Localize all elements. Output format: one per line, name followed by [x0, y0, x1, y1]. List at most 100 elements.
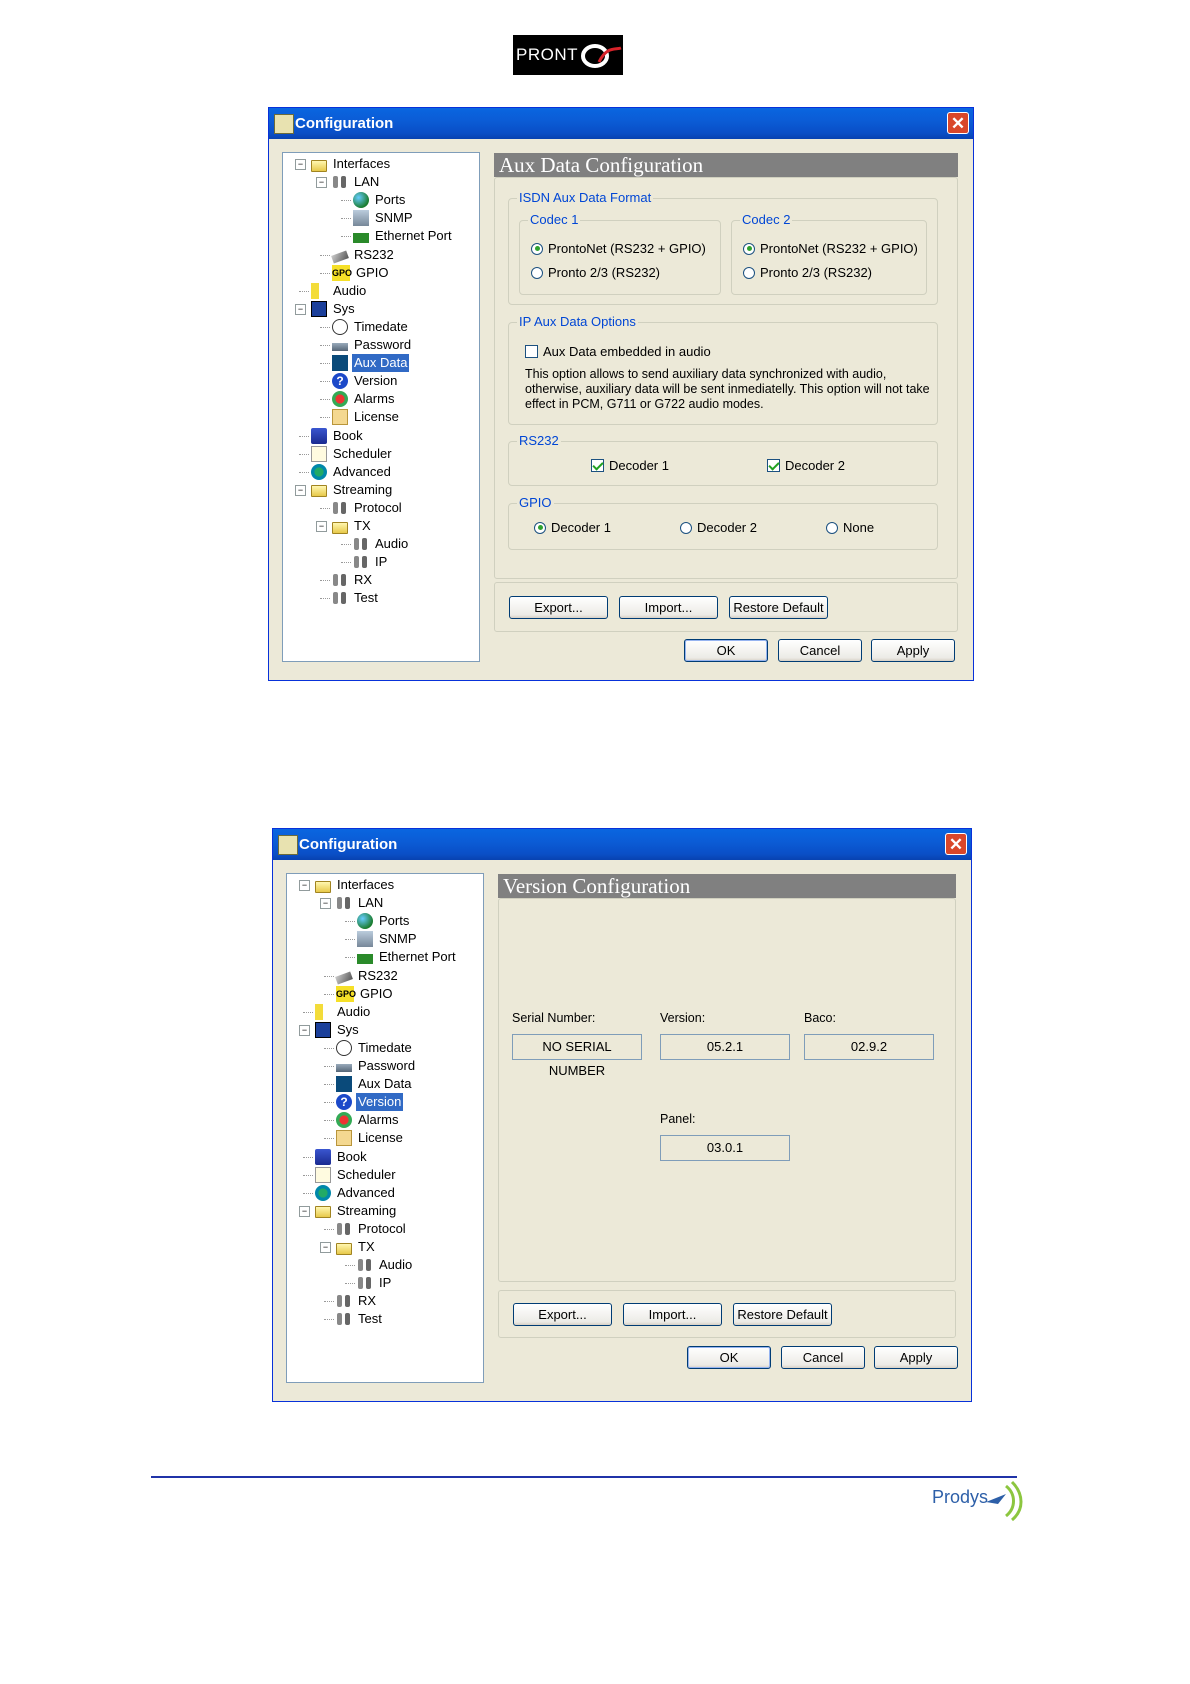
tree-item-snmp[interactable]: SNMP — [353, 209, 415, 227]
expand-toggle[interactable]: − — [299, 1024, 310, 1036]
codec2-prontonet-radio[interactable]: ProntoNet (RS232 + GPIO) — [743, 241, 918, 256]
title-bar[interactable]: Configuration ✕ — [269, 108, 973, 139]
tree-item-tx-audio[interactable]: Audio — [357, 1256, 414, 1274]
expand-toggle[interactable]: − — [299, 1205, 310, 1217]
expand-toggle[interactable]: − — [316, 521, 327, 532]
tree-item-tx[interactable]: TX — [332, 517, 373, 535]
tree-item-rs232[interactable]: RS232 — [331, 246, 396, 264]
tree-item-alarms[interactable]: Alarms — [336, 1111, 400, 1129]
rs232-decoder2-checkbox[interactable]: Decoder 2 — [767, 458, 845, 473]
expand-toggle[interactable]: − — [320, 1242, 331, 1253]
tree-item-scheduler[interactable]: Scheduler — [311, 445, 394, 463]
tree-item-license[interactable]: License — [332, 408, 401, 426]
tree-item-ports[interactable]: Ports — [357, 912, 411, 930]
tree-item-tx[interactable]: TX — [336, 1238, 377, 1256]
tree-item-test[interactable]: Test — [332, 589, 380, 607]
tree-item-tx-ip[interactable]: IP — [357, 1274, 393, 1292]
tree-item-advanced[interactable]: Advanced — [311, 463, 393, 481]
close-button[interactable]: ✕ — [945, 833, 967, 855]
tree-item-lan[interactable]: LAN — [336, 894, 385, 912]
radio-dot[interactable] — [534, 521, 546, 534]
checkbox-box[interactable] — [591, 459, 604, 472]
expand-toggle[interactable]: − — [320, 898, 331, 910]
tree-item-test[interactable]: Test — [336, 1310, 384, 1328]
tree-item-aux-data[interactable]: Aux Data — [332, 353, 411, 374]
close-button[interactable]: ✕ — [947, 112, 969, 134]
checkbox-box[interactable] — [767, 459, 780, 472]
tree-item-lan[interactable]: LAN — [332, 173, 381, 191]
tree-item-audio[interactable]: Audio — [311, 282, 368, 300]
import-button[interactable]: Import... — [619, 596, 718, 619]
rs232-decoder1-checkbox[interactable]: Decoder 1 — [591, 458, 669, 473]
restore-default-button[interactable]: Restore Default — [729, 596, 828, 619]
apply-button[interactable]: Apply — [874, 1346, 958, 1369]
help-icon: ? — [336, 1094, 352, 1111]
tree-item-ports[interactable]: Ports — [353, 191, 407, 209]
codec2-pronto23-radio[interactable]: Pronto 2/3 (RS232) — [743, 265, 872, 280]
tree-item-audio[interactable]: Audio — [315, 1003, 372, 1021]
tree-item-gpio[interactable]: GPO GPIO — [336, 985, 395, 1003]
tree-item-timedate[interactable]: Timedate — [336, 1039, 414, 1057]
tree-item-protocol[interactable]: Protocol — [332, 499, 404, 517]
tree-item-ethernet-port[interactable]: Ethernet Port — [353, 227, 454, 245]
tree-item-tx-ip[interactable]: IP — [353, 553, 389, 571]
expand-toggle[interactable]: − — [295, 159, 306, 170]
export-button[interactable]: Export... — [513, 1303, 612, 1326]
config-tree[interactable]: − Interfaces − LAN Ports SNMP Ethernet Port RS2… — [282, 152, 480, 662]
import-button[interactable]: Import... — [623, 1303, 722, 1326]
ok-button[interactable]: OK — [684, 639, 768, 662]
tree-item-streaming[interactable]: Streaming — [315, 1202, 398, 1220]
radio-dot[interactable] — [680, 521, 692, 534]
tree-item-password[interactable]: Password — [332, 336, 413, 354]
radio-dot[interactable] — [743, 266, 755, 279]
tree-item-scheduler[interactable]: Scheduler — [315, 1166, 398, 1184]
tree-item-alarms[interactable]: Alarms — [332, 390, 396, 408]
expand-toggle[interactable]: − — [295, 484, 306, 496]
tree-item-protocol[interactable]: Protocol — [336, 1220, 408, 1238]
radio-dot[interactable] — [826, 521, 838, 534]
tree-item-version[interactable]: ? Version — [332, 372, 399, 390]
tree-item-timedate[interactable]: Timedate — [332, 318, 410, 336]
config-tree[interactable]: − Interfaces − LAN Ports SNMP Ethernet Port RS2… — [286, 873, 484, 1383]
expand-toggle[interactable]: − — [299, 880, 310, 891]
expand-toggle[interactable]: − — [295, 303, 306, 315]
tree-item-password[interactable]: Password — [336, 1057, 417, 1075]
tree-item-aux-data[interactable]: Aux Data — [336, 1075, 413, 1093]
tree-item-ethernet-port[interactable]: Ethernet Port — [357, 948, 458, 966]
apply-button[interactable]: Apply — [871, 639, 955, 662]
baco-label: Baco: — [804, 1011, 836, 1025]
radio-dot[interactable] — [531, 266, 543, 279]
codec1-prontonet-radio[interactable]: ProntoNet (RS232 + GPIO) — [531, 241, 706, 256]
ok-button[interactable]: OK — [687, 1346, 771, 1369]
gpio-decoder1-radio[interactable]: Decoder 1 — [534, 520, 611, 535]
tree-item-sys[interactable]: Sys — [315, 1021, 361, 1039]
radio-dot[interactable] — [743, 242, 755, 255]
cancel-button[interactable]: Cancel — [781, 1346, 865, 1369]
tree-item-tx-audio[interactable]: Audio — [353, 535, 410, 553]
tree-item-book[interactable]: Book — [315, 1148, 369, 1166]
gpio-decoder2-radio[interactable]: Decoder 2 — [680, 520, 757, 535]
tree-item-rx[interactable]: RX — [332, 571, 374, 589]
tree-item-interfaces[interactable]: Interfaces — [311, 155, 392, 173]
tree-item-snmp[interactable]: SNMP — [357, 930, 419, 948]
tree-item-streaming[interactable]: Streaming — [311, 481, 394, 499]
cancel-button[interactable]: Cancel — [778, 639, 862, 662]
export-button[interactable]: Export... — [509, 596, 608, 619]
tree-item-sys[interactable]: Sys — [311, 300, 357, 318]
aux-embedded-checkbox[interactable]: Aux Data embedded in audio — [525, 344, 711, 359]
tree-item-advanced[interactable]: Advanced — [315, 1184, 397, 1202]
tree-item-rx[interactable]: RX — [336, 1292, 378, 1310]
tree-item-license[interactable]: License — [336, 1129, 405, 1147]
tree-item-interfaces[interactable]: Interfaces — [315, 876, 396, 894]
title-bar[interactable]: Configuration ✕ — [273, 829, 971, 860]
restore-default-button[interactable]: Restore Default — [733, 1303, 832, 1326]
tree-item-version[interactable]: ? Version — [336, 1092, 405, 1113]
tree-item-gpio[interactable]: GPO GPIO — [332, 264, 391, 282]
gpio-none-radio[interactable]: None — [826, 520, 874, 535]
tree-item-book[interactable]: Book — [311, 427, 365, 445]
checkbox-box[interactable] — [525, 345, 538, 358]
tree-item-rs232[interactable]: RS232 — [335, 967, 400, 985]
expand-toggle[interactable]: − — [316, 177, 327, 189]
codec1-pronto23-radio[interactable]: Pronto 2/3 (RS232) — [531, 265, 660, 280]
radio-dot[interactable] — [531, 242, 543, 255]
